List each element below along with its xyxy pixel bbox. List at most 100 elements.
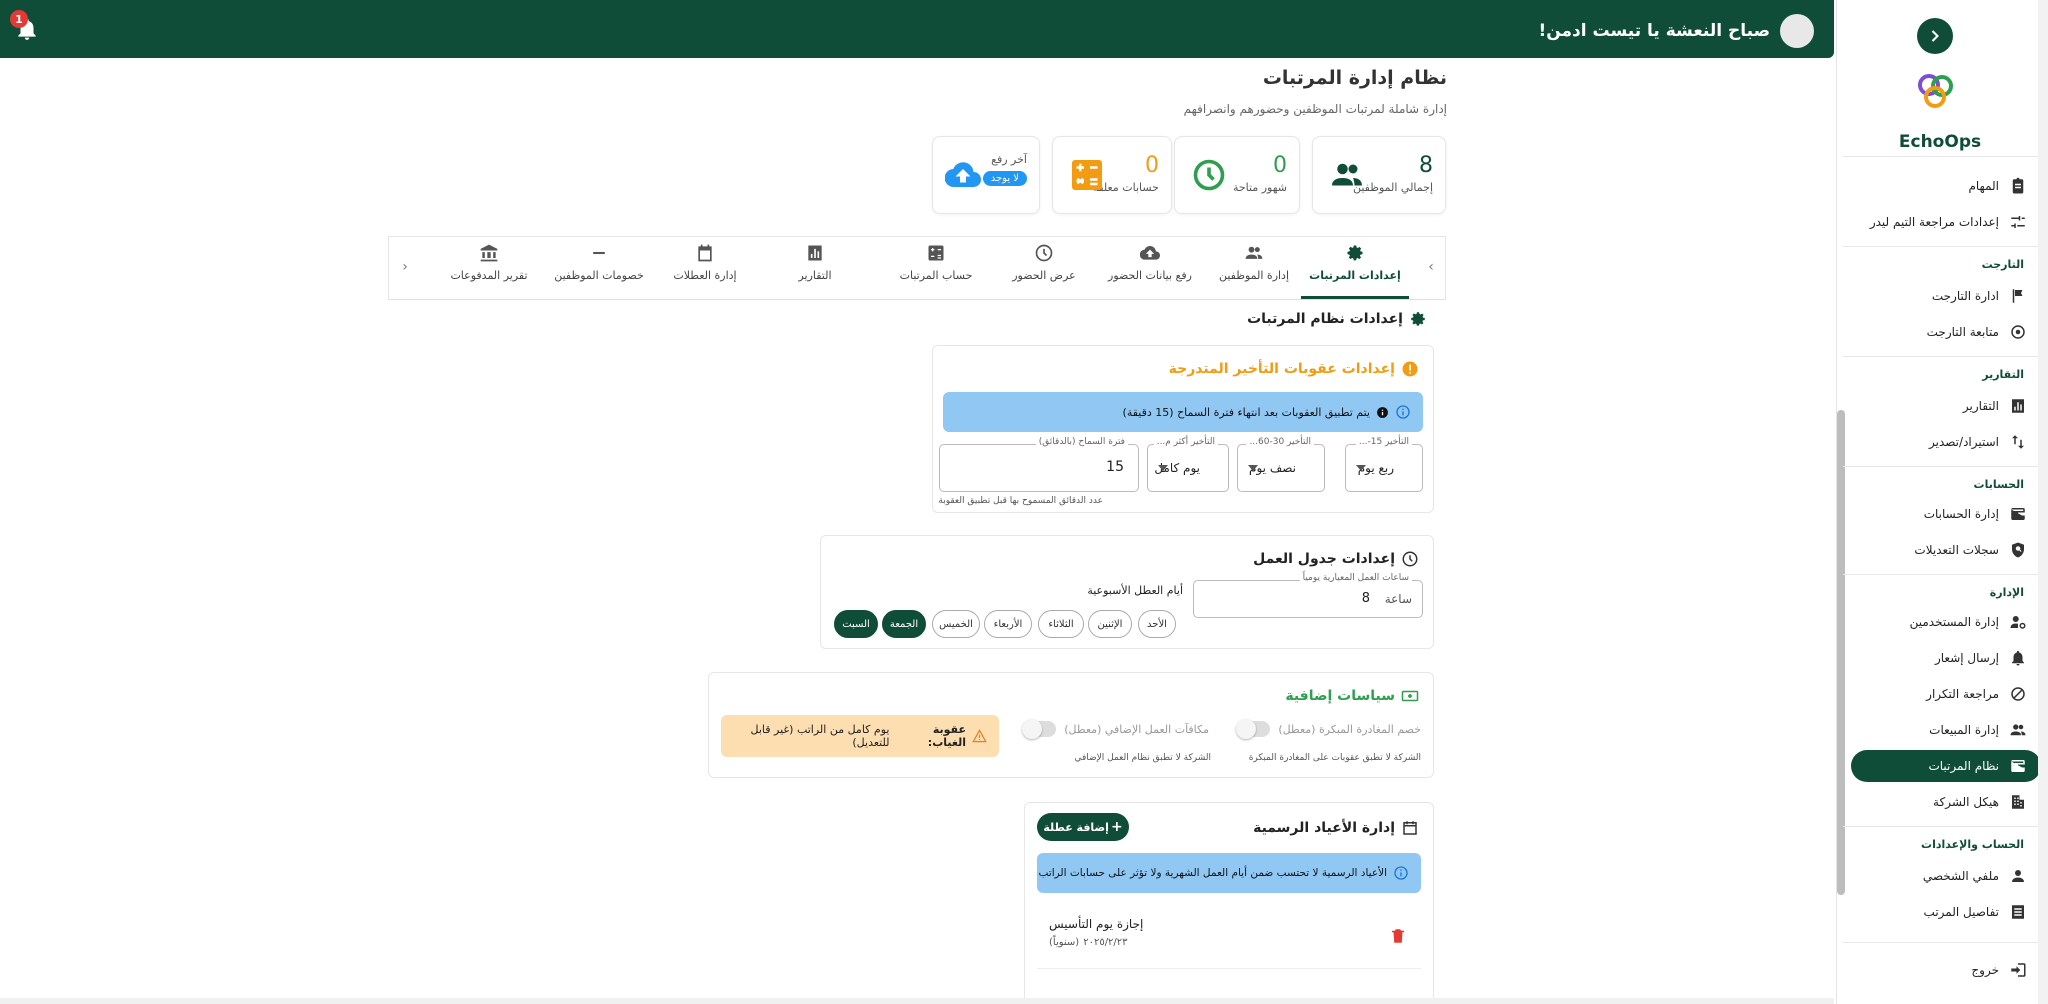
divider (1843, 246, 2041, 247)
page-title: نظام إدارة المرتبات (1262, 67, 1447, 89)
status-badge: لا يوجد (982, 171, 1027, 186)
tab-scroll-left-button[interactable]: › (397, 259, 413, 275)
trash-icon[interactable] (1389, 927, 1407, 945)
grace-period-input[interactable]: فترة السماح (بالدقائق) 15 (939, 437, 1139, 492)
bell-ring-icon (2012, 650, 2024, 666)
late-over-select[interactable]: التأخير أكثر م... يوم كامل (1147, 437, 1229, 492)
clipboard-icon (2012, 177, 2024, 194)
sidebar-section-target: التارجت (1981, 258, 2024, 271)
grace-period-help: عدد الدقائق المسموح بها قبل تطبيق العقوب… (938, 496, 1103, 506)
sidebar-item-send-notification[interactable]: إرسال إشعار (1851, 642, 2041, 674)
block-icon (2011, 687, 2025, 701)
people-icon (1332, 163, 1362, 186)
sidebar-section-reports: التقارير (1982, 368, 2024, 381)
info-icon (1394, 866, 1408, 880)
person-icon (2012, 870, 2024, 882)
day-chip-friday[interactable]: الجمعة (882, 610, 926, 638)
day-chip-tuesday[interactable]: الثلاثاء (1038, 610, 1084, 638)
info-icon (1396, 405, 1410, 419)
gear-icon (1411, 312, 1425, 326)
info-filled-icon (1377, 406, 1388, 418)
tab-bar: ‹ › إعدادات المرتبات إدارة الموظفين رفع … (388, 236, 1446, 300)
late-info-banner: يتم تطبيق العقوبات بعد انتهاء فترة السما… (943, 392, 1423, 432)
clock-icon (1193, 159, 1225, 191)
chevron-down-icon (1158, 465, 1168, 471)
horizontal-scrollbar[interactable] (0, 998, 1834, 1004)
calendar-icon (698, 244, 712, 262)
early-leave-toggle[interactable] (1236, 719, 1271, 739)
sidebar-item-target-follow[interactable]: متابعة التارجت (1851, 316, 2041, 348)
add-holiday-button[interactable]: + إضافة عطلة (1037, 813, 1129, 841)
sidebar-section-accounts: الحسابات (1973, 478, 2024, 491)
holiday-list-item: إجازة يوم التأسيس ٢٠٢٥/٢/٢٣ (سنوياً) (1037, 913, 1421, 969)
people-icon (1245, 246, 1263, 259)
tab-view-attendance[interactable]: عرض الحضور (999, 243, 1089, 299)
sidebar-item-duplicate-review[interactable]: مراجعة التكرار (1851, 678, 2041, 710)
late-15-select[interactable]: التأخير 15-... ربع يوم (1345, 437, 1423, 492)
stat-card-pending-accounts: 0 حسابات معلقة (1052, 136, 1172, 214)
sidebar-item-team-leader-review[interactable]: إعدادات مراجعة التيم ليدر (1851, 206, 2041, 238)
sidebar-item-tasks[interactable]: المهام (1851, 170, 2041, 202)
chevron-right-icon (1931, 30, 1939, 42)
page-scrollbar[interactable] (2038, 0, 2048, 1004)
sidebar-scrollbar[interactable] (1837, 410, 1845, 895)
bar-chart-icon (2012, 399, 2024, 413)
tab-payroll-calc[interactable]: حساب المرتبات (881, 243, 991, 299)
sidebar-item-change-logs[interactable]: سجلات التعديلات (1851, 534, 2041, 566)
sidebar-toggle-button[interactable] (1917, 18, 1953, 54)
sidebar-item-target-manage[interactable]: ادارة التارجت (1851, 280, 2041, 312)
overtime-toggle[interactable] (1022, 719, 1057, 739)
sidebar-item-payroll[interactable]: نظام المرتبات (1851, 750, 2041, 782)
tab-scroll-right-button[interactable]: ‹ (1423, 259, 1439, 275)
logout-button[interactable]: خروج (1851, 954, 2041, 986)
tab-upload-attendance[interactable]: رفع بيانات الحضور (1095, 243, 1205, 299)
user-gear-icon (2010, 616, 2026, 629)
work-hours-input[interactable]: ساعات العمل المعيارية يومياً ساعة 8 (1193, 573, 1423, 618)
day-chip-monday[interactable]: الإثنين (1088, 610, 1132, 638)
tab-payments-report[interactable]: تقرير المدفوعات (439, 243, 539, 299)
day-chip-sunday[interactable]: الأحد (1138, 610, 1176, 638)
sliders-icon (2011, 216, 2025, 228)
tab-holidays[interactable]: إدارة العطلات (655, 243, 755, 299)
tab-employee-deductions[interactable]: خصومات الموظفين (549, 243, 649, 299)
late-penalties-card: إعدادات عقوبات التأخير المتدرجة يتم تطبي… (932, 345, 1434, 513)
absence-penalty-warning: عقوبة الغياب: يوم كامل من الراتب (غير قا… (721, 715, 999, 757)
building-icon (2012, 795, 2024, 809)
day-chip-wednesday[interactable]: الأربعاء (984, 610, 1032, 638)
sidebar-item-users[interactable]: إدارة المستخدمين (1851, 606, 2041, 638)
stat-card-total-employees: 8 إجمالي الموظفين (1312, 136, 1446, 214)
holidays-info-banner: الأعياد الرسمية لا تحتسب ضمن أيام العمل … (1037, 853, 1421, 893)
sidebar-item-salary-details[interactable]: تفاصيل المرتب (1851, 896, 2041, 928)
shield-search-icon (2012, 542, 2024, 558)
bar-chart-icon (808, 245, 822, 261)
tab-payroll-settings[interactable]: إعدادات المرتبات (1301, 243, 1409, 299)
sidebar-section-account-settings: الحساب والإعدادات (1921, 838, 2024, 851)
wallet-icon (2011, 508, 2025, 520)
sidebar-item-import-export[interactable]: استيراد/تصدير (1851, 426, 2041, 458)
day-chip-thursday[interactable]: الخميس (932, 610, 980, 638)
clock-icon (1035, 244, 1053, 262)
sidebar-item-company-structure[interactable]: هيكل الشركة (1851, 786, 2041, 818)
warning-icon (972, 729, 987, 743)
payroll-wallet-icon (2011, 760, 2025, 772)
flag-icon (2012, 289, 2023, 303)
late-30-60-select[interactable]: التأخير 30-60... نصف يوم (1237, 437, 1325, 492)
cloud-upload-icon (945, 162, 981, 188)
notification-button[interactable]: 1 (10, 10, 40, 44)
swap-vertical-icon (2012, 435, 2024, 449)
divider (1843, 156, 2041, 157)
tab-reports[interactable]: التقارير (765, 243, 865, 299)
divider (1843, 574, 2041, 575)
day-chip-saturday[interactable]: السبت (834, 610, 878, 638)
weekend-days-label: أيام العطل الأسبوعية (1087, 584, 1183, 597)
plus-icon: + (1110, 819, 1123, 835)
tab-employees[interactable]: إدارة الموظفين (1209, 243, 1299, 299)
avatar[interactable] (1780, 14, 1814, 48)
sidebar-item-profile[interactable]: ملفي الشخصي (1851, 860, 2041, 892)
alert-circle-icon (1402, 361, 1418, 377)
brand-name: EchoOps (1898, 132, 1982, 152)
sidebar-item-accounts[interactable]: إدارة الحسابات (1851, 498, 2041, 530)
bank-icon (480, 244, 498, 262)
sidebar-item-sales[interactable]: إدارة المبيعات (1851, 714, 2041, 746)
sidebar-item-reports[interactable]: التقارير (1851, 390, 2041, 422)
